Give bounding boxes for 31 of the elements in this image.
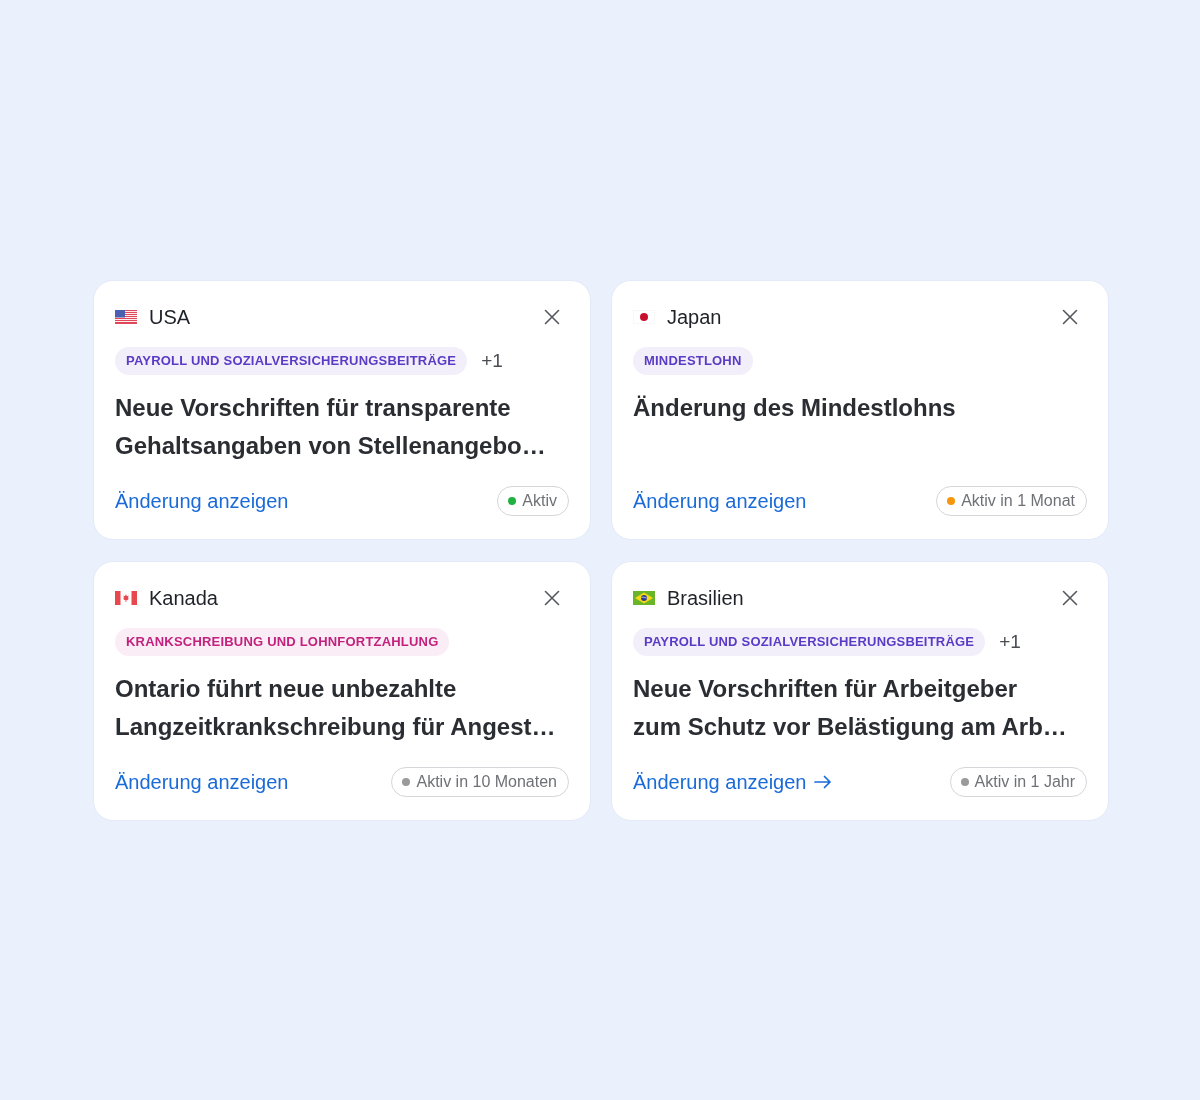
close-icon xyxy=(543,588,561,607)
country-name: Japan xyxy=(667,304,722,329)
change-title: Neue Vorschriften für Arbeitgeber zum Schutz vor Belästigung am Arb… xyxy=(633,673,1068,742)
change-title: Ontario führt neue unbezahlte Langzeitkrankschreibung für Angest… xyxy=(115,673,557,742)
close-button[interactable] xyxy=(1061,588,1079,607)
close-icon xyxy=(1061,588,1079,607)
view-change-link[interactable]: Änderung anzeigen xyxy=(633,768,833,795)
category-tag: PAYROLL UND SOZIALVERSICHERUNGSBEITRÄGE xyxy=(115,346,468,375)
change-title: Neue Vorschriften für transparente Gehaltsangaben von Stellenangebo… xyxy=(115,392,547,461)
view-change-link[interactable]: Änderung anzeigen xyxy=(115,768,289,795)
close-icon xyxy=(1061,307,1079,326)
category-tag: PAYROLL UND SOZIALVERSICHERUNGSBEITRÄGE xyxy=(633,627,986,656)
category-tag: KRANKSCHREIBUNG UND LOHNFORTZAHLUNG xyxy=(115,627,450,656)
close-icon xyxy=(543,307,561,326)
country-name: Kanada xyxy=(149,585,218,610)
arrow-right-icon xyxy=(814,774,833,789)
category-tag: MINDESTLOHN xyxy=(633,346,753,375)
more-tags-count: +1 xyxy=(481,349,503,372)
close-button[interactable] xyxy=(543,588,561,607)
close-button[interactable] xyxy=(1061,307,1079,326)
status-text: Aktiv in 10 Monaten xyxy=(416,772,557,791)
status-text: Aktiv in 1 Monat xyxy=(961,491,1075,510)
more-tags-count: +1 xyxy=(999,630,1021,653)
close-button[interactable] xyxy=(543,307,561,326)
status-text: Aktiv xyxy=(522,491,557,510)
country-name: Brasilien xyxy=(667,585,744,610)
status-text: Aktiv in 1 Jahr xyxy=(974,772,1075,791)
view-change-link[interactable]: Änderung anzeigen xyxy=(115,487,289,514)
change-title: Änderung des Mindestlohns xyxy=(633,392,957,423)
country-name: USA xyxy=(149,304,191,329)
view-change-link[interactable]: Änderung anzeigen xyxy=(633,487,807,514)
